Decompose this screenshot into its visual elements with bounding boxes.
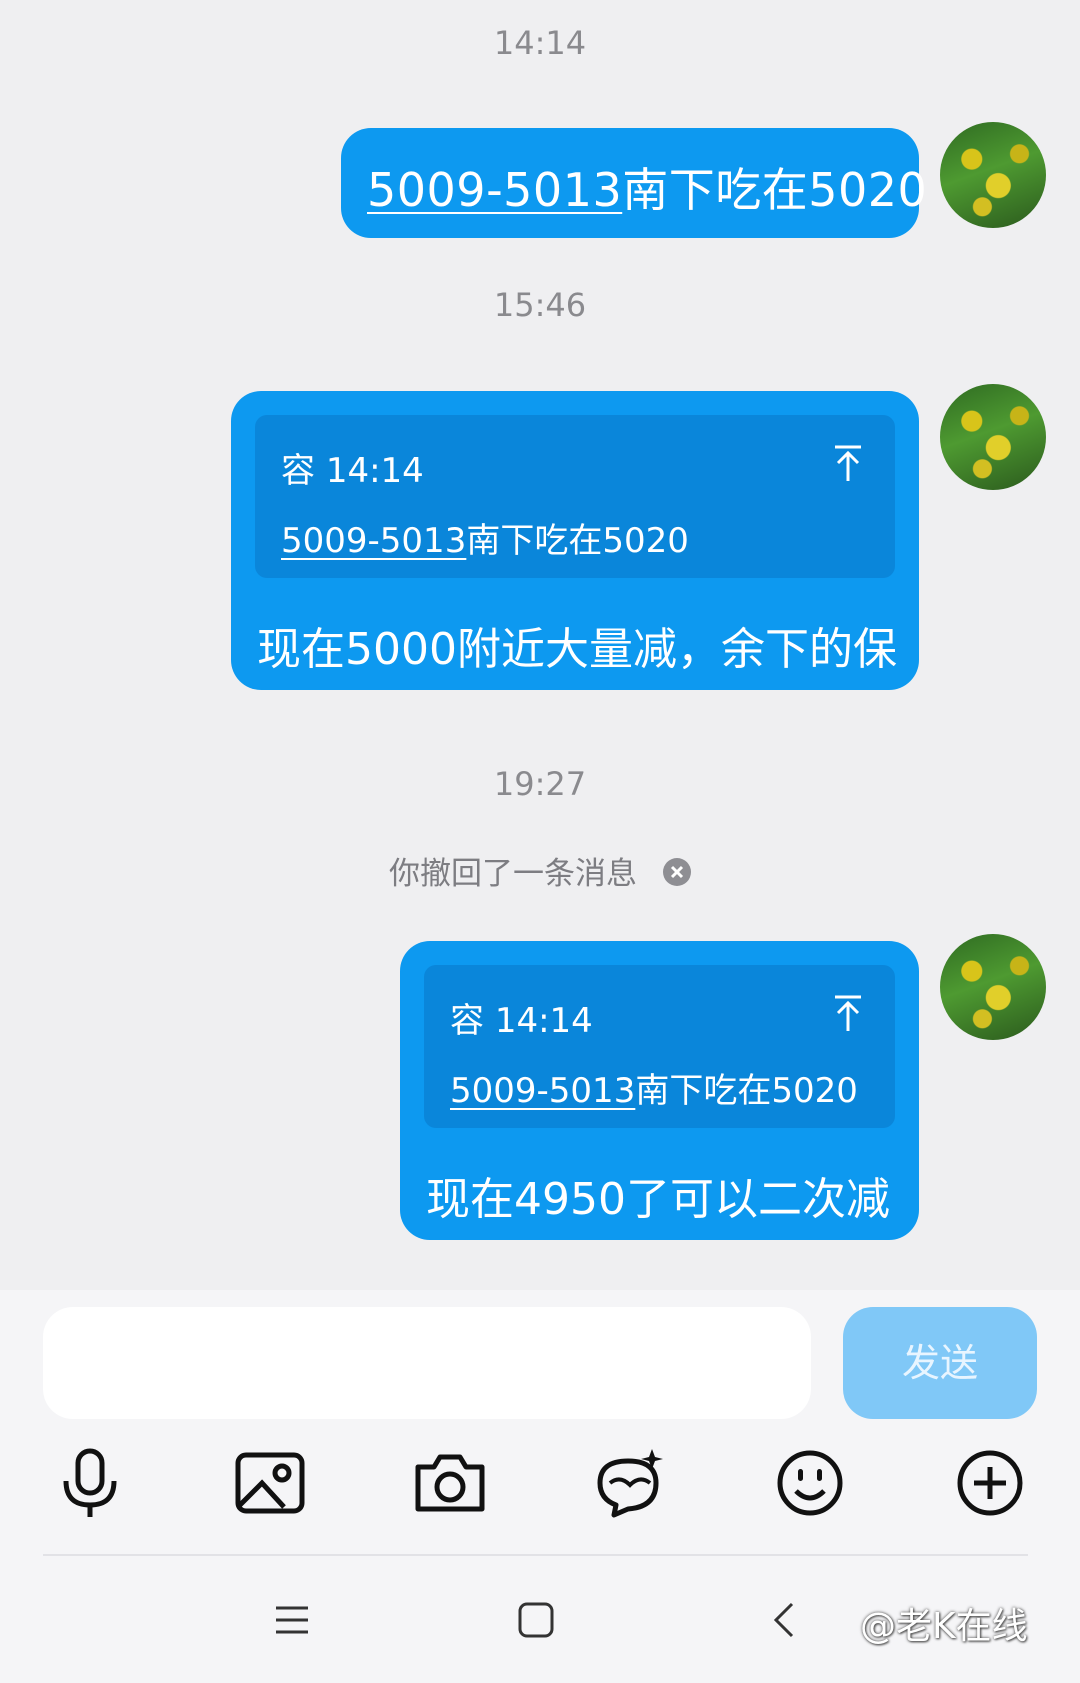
camera-icon[interactable] xyxy=(410,1443,490,1523)
chat-area[interactable]: 14:14 5009-5013南下吃在5020 15:46 容 14:14 50… xyxy=(0,0,1080,1290)
avatar[interactable] xyxy=(940,384,1046,490)
recall-notice: 你撤回了一条消息 xyxy=(0,848,1080,893)
quote-author: 容 xyxy=(281,451,315,491)
sticker-icon[interactable] xyxy=(590,1443,670,1523)
message-text: 现在5000附近大量减，余下的保 xyxy=(257,624,897,675)
avatar[interactable] xyxy=(940,934,1046,1040)
quote-author: 容 xyxy=(450,1001,484,1041)
message-link[interactable]: 5009-5013 xyxy=(367,163,622,217)
watermark: @老K在线 xyxy=(860,1606,1028,1647)
send-button[interactable]: 发送 xyxy=(843,1307,1037,1419)
message-input[interactable] xyxy=(43,1307,811,1419)
recall-text: 你撤回了一条消息 xyxy=(389,856,637,892)
divider xyxy=(43,1554,1028,1556)
message-bubble[interactable]: 5009-5013南下吃在5020 xyxy=(341,128,927,238)
quoted-message[interactable]: 容 14:14 5009-5013南下吃在5020 xyxy=(424,965,895,1128)
quote-text: 5009-5013南下吃在5020 xyxy=(450,1063,858,1112)
timestamp: 19:27 xyxy=(493,765,587,803)
jump-to-top-icon[interactable] xyxy=(831,443,865,483)
home-icon[interactable] xyxy=(506,1590,566,1650)
back-icon[interactable] xyxy=(756,1590,816,1650)
message-rest-text: 南下吃在5020 xyxy=(622,163,928,217)
message-text: 5009-5013南下吃在5020 xyxy=(367,154,927,220)
message-text: 现在4950了可以二次减 xyxy=(426,1174,890,1225)
quoted-message[interactable]: 容 14:14 5009-5013南下吃在5020 xyxy=(255,415,895,578)
image-icon[interactable] xyxy=(230,1443,310,1523)
quote-time: 14:14 xyxy=(494,1001,593,1041)
avatar[interactable] xyxy=(940,122,1046,228)
jump-to-top-icon[interactable] xyxy=(831,993,865,1033)
timestamp: 15:46 xyxy=(493,286,587,324)
message-bubble[interactable]: 容 14:14 5009-5013南下吃在5020 现在5000附近大量减，余下… xyxy=(231,391,919,690)
emoji-icon[interactable] xyxy=(770,1443,850,1523)
message-bubble[interactable]: 容 14:14 5009-5013南下吃在5020 现在4950了可以二次减 xyxy=(400,941,919,1240)
quote-header: 容 14:14 xyxy=(450,993,593,1042)
quote-time: 14:14 xyxy=(325,451,424,491)
microphone-icon[interactable] xyxy=(50,1443,130,1523)
close-icon[interactable] xyxy=(663,857,691,886)
quote-header: 容 14:14 xyxy=(281,443,424,492)
quote-text: 5009-5013南下吃在5020 xyxy=(281,513,689,562)
quote-link[interactable]: 5009-5013 xyxy=(281,521,466,561)
quote-rest-text: 南下吃在5020 xyxy=(635,1071,858,1111)
quote-link[interactable]: 5009-5013 xyxy=(450,1071,635,1111)
menu-icon[interactable] xyxy=(262,1590,322,1650)
plus-icon[interactable] xyxy=(950,1443,1030,1523)
quote-rest-text: 南下吃在5020 xyxy=(466,521,689,561)
timestamp: 14:14 xyxy=(493,24,587,62)
